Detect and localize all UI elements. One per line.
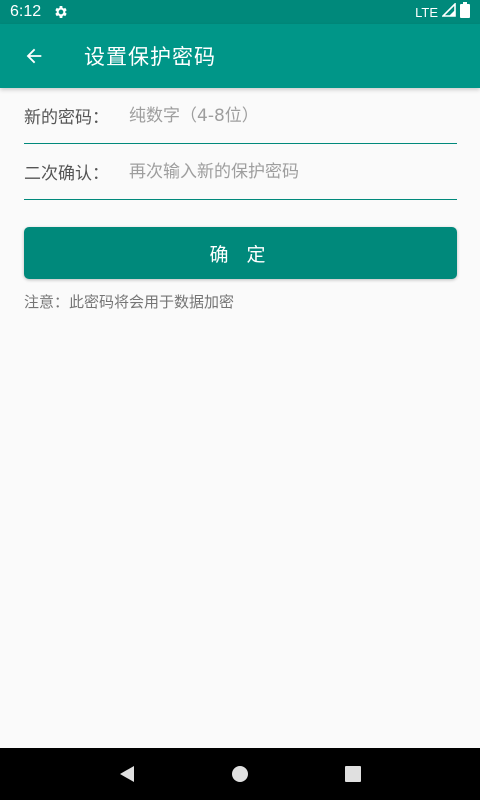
- gear-icon: [53, 4, 69, 20]
- new-password-row: 新的密码：: [24, 88, 457, 144]
- page-title: 设置保护密码: [84, 45, 216, 69]
- encryption-note: 注意：此密码将会用于数据加密: [24, 293, 235, 311]
- status-bar: 6:12 LTE: [0, 0, 480, 24]
- system-nav-bar: [0, 748, 480, 800]
- status-indicators: LTE: [415, 2, 470, 22]
- new-password-input[interactable]: [129, 105, 457, 126]
- confirm-password-label: 二次确认：: [24, 164, 109, 184]
- arrow-left-icon[interactable]: [6, 28, 62, 84]
- back-triangle-icon[interactable]: [103, 750, 151, 798]
- status-time: 6:12: [10, 3, 42, 20]
- confirm-button[interactable]: 确 定: [24, 227, 457, 279]
- recents-square-icon[interactable]: [329, 750, 377, 798]
- signal-icon: [441, 2, 456, 21]
- confirm-password-input[interactable]: [129, 161, 457, 182]
- new-password-label: 新的密码：: [24, 108, 109, 128]
- network-type: LTE: [415, 4, 438, 20]
- password-form: 新的密码： 二次确认：: [24, 88, 457, 200]
- home-circle-icon[interactable]: [216, 750, 264, 798]
- battery-icon: [460, 2, 470, 22]
- app-bar: 设置保护密码: [0, 24, 480, 88]
- confirm-password-row: 二次确认：: [24, 144, 457, 200]
